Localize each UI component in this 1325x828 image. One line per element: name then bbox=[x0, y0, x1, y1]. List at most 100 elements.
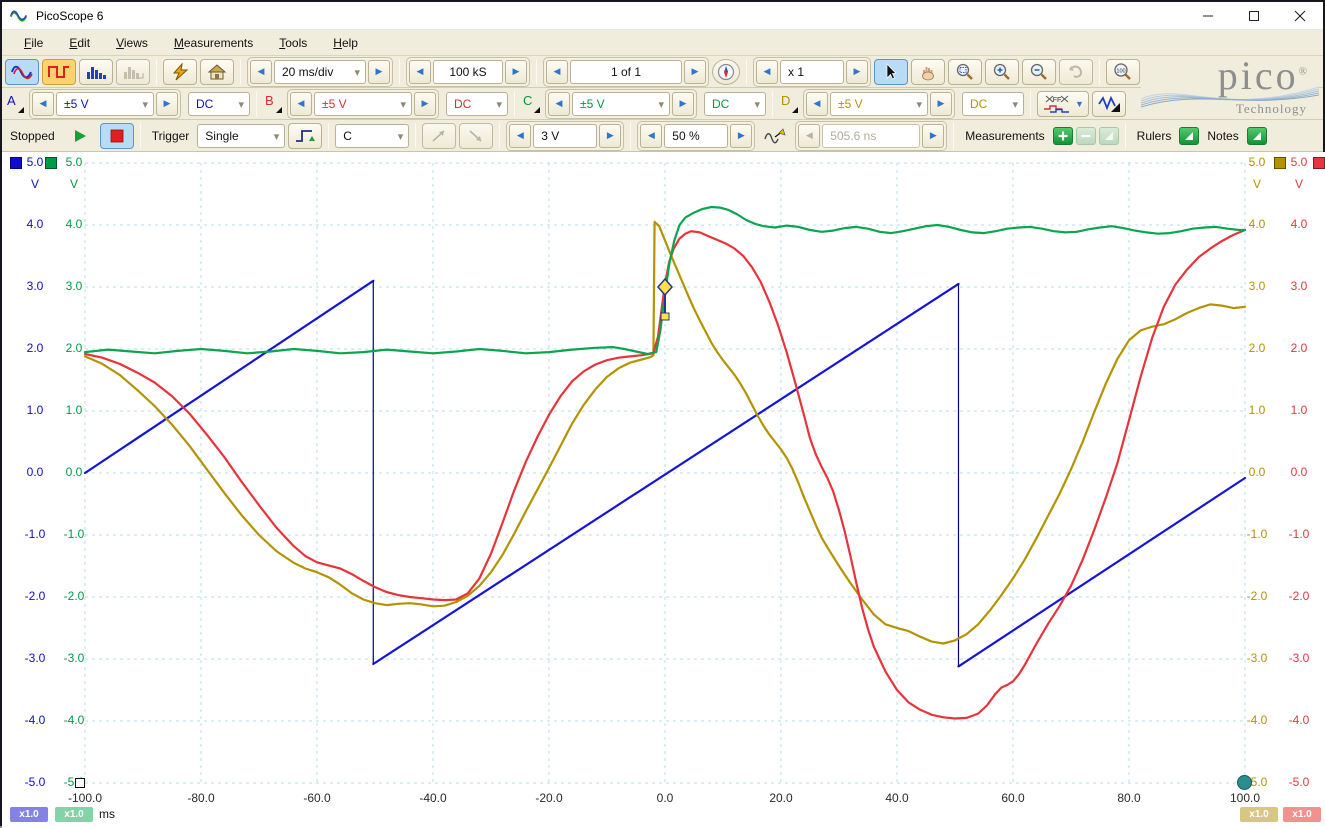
timebase-increase-button[interactable] bbox=[368, 60, 390, 84]
channel-d-offset-indicator[interactable] bbox=[1237, 775, 1252, 790]
channel-c-label[interactable]: C bbox=[523, 93, 540, 115]
zoom-in-button[interactable] bbox=[985, 59, 1019, 85]
trigger-level-diamond[interactable] bbox=[658, 279, 672, 295]
pre-trigger-decrease[interactable] bbox=[640, 124, 662, 148]
y-tick-D: 3.0 bbox=[1249, 279, 1266, 293]
samples-decrease-button[interactable] bbox=[409, 60, 431, 84]
minimize-button[interactable] bbox=[1185, 2, 1231, 29]
trigger-level-increase[interactable] bbox=[599, 124, 621, 148]
probes-button[interactable] bbox=[1092, 91, 1126, 117]
channel-d-label[interactable]: D bbox=[781, 93, 798, 115]
channel-a-label[interactable]: A bbox=[7, 93, 24, 115]
channel-a-range-decrease[interactable] bbox=[32, 92, 54, 116]
rulers-button[interactable] bbox=[1179, 127, 1199, 145]
maximize-button[interactable] bbox=[1231, 2, 1277, 29]
axis-origin-handle[interactable] bbox=[75, 778, 85, 788]
zoom-decrease-button[interactable] bbox=[756, 60, 778, 84]
stop-icon bbox=[110, 129, 124, 143]
zoom-factor-input[interactable]: x 1 bbox=[780, 60, 844, 84]
channel-c-range-select[interactable]: ±5 V bbox=[572, 92, 670, 116]
close-button[interactable] bbox=[1277, 2, 1323, 29]
channel-b-range-increase[interactable] bbox=[414, 92, 436, 116]
x-tick-label: -80.0 bbox=[187, 791, 214, 805]
post-trigger-delay-button[interactable] bbox=[758, 123, 792, 149]
y-tick-A: -5.0 bbox=[25, 775, 46, 789]
timebase-decrease-button[interactable] bbox=[250, 60, 272, 84]
menu-tools[interactable]: Tools bbox=[267, 33, 319, 53]
x-tick-label: -60.0 bbox=[303, 791, 330, 805]
menu-views[interactable]: Views bbox=[104, 33, 160, 53]
compass-icon bbox=[717, 63, 735, 81]
buffer-previous-button[interactable] bbox=[546, 60, 568, 84]
channel-a-range-increase[interactable] bbox=[156, 92, 178, 116]
capture-status: Stopped bbox=[5, 129, 60, 143]
channel-a-coupling-select[interactable]: DC bbox=[188, 92, 250, 116]
buffer-next-button[interactable] bbox=[684, 60, 706, 84]
trigger-source-select[interactable]: C bbox=[335, 124, 409, 148]
signal-generator-button[interactable] bbox=[163, 59, 197, 85]
trigger-edge-button[interactable] bbox=[288, 123, 322, 149]
marquee-zoom-button[interactable] bbox=[948, 59, 982, 85]
trigger-mode-select[interactable]: Single bbox=[197, 124, 285, 148]
zoom-out-button[interactable] bbox=[1022, 59, 1056, 85]
measurements-label: Measurements bbox=[960, 129, 1049, 143]
normal-selection-tool-button[interactable] bbox=[874, 59, 908, 85]
channel-c-range-control: ±5 V bbox=[545, 89, 697, 119]
timebase-select[interactable]: 20 ms/div bbox=[274, 60, 366, 84]
buffer-position[interactable]: 1 of 1 bbox=[570, 60, 682, 84]
channel-B-axis-handle[interactable] bbox=[1313, 157, 1325, 169]
y-tick-B: 4.0 bbox=[1291, 217, 1308, 231]
svg-text:100: 100 bbox=[1116, 68, 1125, 74]
channel-a-range-select[interactable]: ±5 V bbox=[56, 92, 154, 116]
channel-d-range-increase[interactable] bbox=[930, 92, 952, 116]
channel-c-range-decrease[interactable] bbox=[548, 92, 570, 116]
delay-increase[interactable] bbox=[922, 124, 944, 148]
y-tick-A: 2.0 bbox=[27, 341, 44, 355]
persistence-mode-button[interactable] bbox=[42, 59, 76, 85]
channel-d-range-select[interactable]: ±5 V bbox=[830, 92, 928, 116]
channel-C-axis-handle[interactable] bbox=[45, 157, 57, 169]
samples-input[interactable]: 100 kS bbox=[433, 60, 503, 84]
channel-d-coupling-select[interactable]: DC bbox=[962, 92, 1024, 116]
separator bbox=[772, 91, 773, 117]
trigger-level-input[interactable]: 3 V bbox=[533, 124, 597, 148]
menu-measurements[interactable]: Measurements bbox=[162, 33, 265, 53]
menu-edit[interactable]: Edit bbox=[57, 33, 102, 53]
channel-d-range-decrease[interactable] bbox=[806, 92, 828, 116]
stop-capture-button[interactable] bbox=[100, 123, 134, 149]
auto-setup-button[interactable] bbox=[200, 59, 234, 85]
digital-inputs-button[interactable]: FF ▼ bbox=[1037, 91, 1089, 117]
channel-A-axis-handle[interactable] bbox=[10, 157, 22, 169]
channel-b-coupling-select[interactable]: DC bbox=[446, 92, 508, 116]
zoom-full-button[interactable]: 100 bbox=[1106, 59, 1140, 85]
rising-edge-icon bbox=[294, 127, 316, 145]
buffer-overview-button[interactable] bbox=[712, 59, 740, 85]
spectrum-bars-icon bbox=[84, 63, 108, 81]
pre-trigger-input[interactable]: 50 % bbox=[664, 124, 728, 148]
trigger-time-handle[interactable] bbox=[661, 313, 669, 320]
start-capture-button[interactable] bbox=[63, 123, 97, 149]
y-tick-A: 0.0 bbox=[27, 465, 44, 479]
spectrum-view-button[interactable] bbox=[79, 59, 113, 85]
trigger-level-decrease[interactable] bbox=[509, 124, 531, 148]
y-tick-D: -3.0 bbox=[1247, 651, 1268, 665]
scope-view-button[interactable] bbox=[5, 59, 39, 85]
channel-b-label[interactable]: B bbox=[265, 93, 282, 115]
channel-b-range-select[interactable]: ±5 V bbox=[314, 92, 412, 116]
hand-icon bbox=[919, 63, 937, 81]
scope-view[interactable]: 5.04.03.02.01.00.0-1.0-2.0-3.0-4.0-5.0V5… bbox=[2, 152, 1325, 828]
channel-D-axis-handle[interactable] bbox=[1274, 157, 1286, 169]
samples-increase-button[interactable] bbox=[505, 60, 527, 84]
rising-arrow-gray-icon bbox=[430, 128, 448, 144]
notes-button[interactable] bbox=[1247, 127, 1267, 145]
channel-c-range-increase[interactable] bbox=[672, 92, 694, 116]
menu-file[interactable]: File bbox=[12, 33, 55, 53]
menu-help[interactable]: Help bbox=[321, 33, 370, 53]
title-bar[interactable]: PicoScope 6 bbox=[2, 2, 1323, 30]
zoom-increase-button[interactable] bbox=[846, 60, 868, 84]
pre-trigger-increase[interactable] bbox=[730, 124, 752, 148]
add-measurement-button[interactable] bbox=[1053, 127, 1073, 145]
hand-tool-button[interactable] bbox=[911, 59, 945, 85]
channel-c-coupling-select[interactable]: DC bbox=[704, 92, 766, 116]
channel-b-range-decrease[interactable] bbox=[290, 92, 312, 116]
